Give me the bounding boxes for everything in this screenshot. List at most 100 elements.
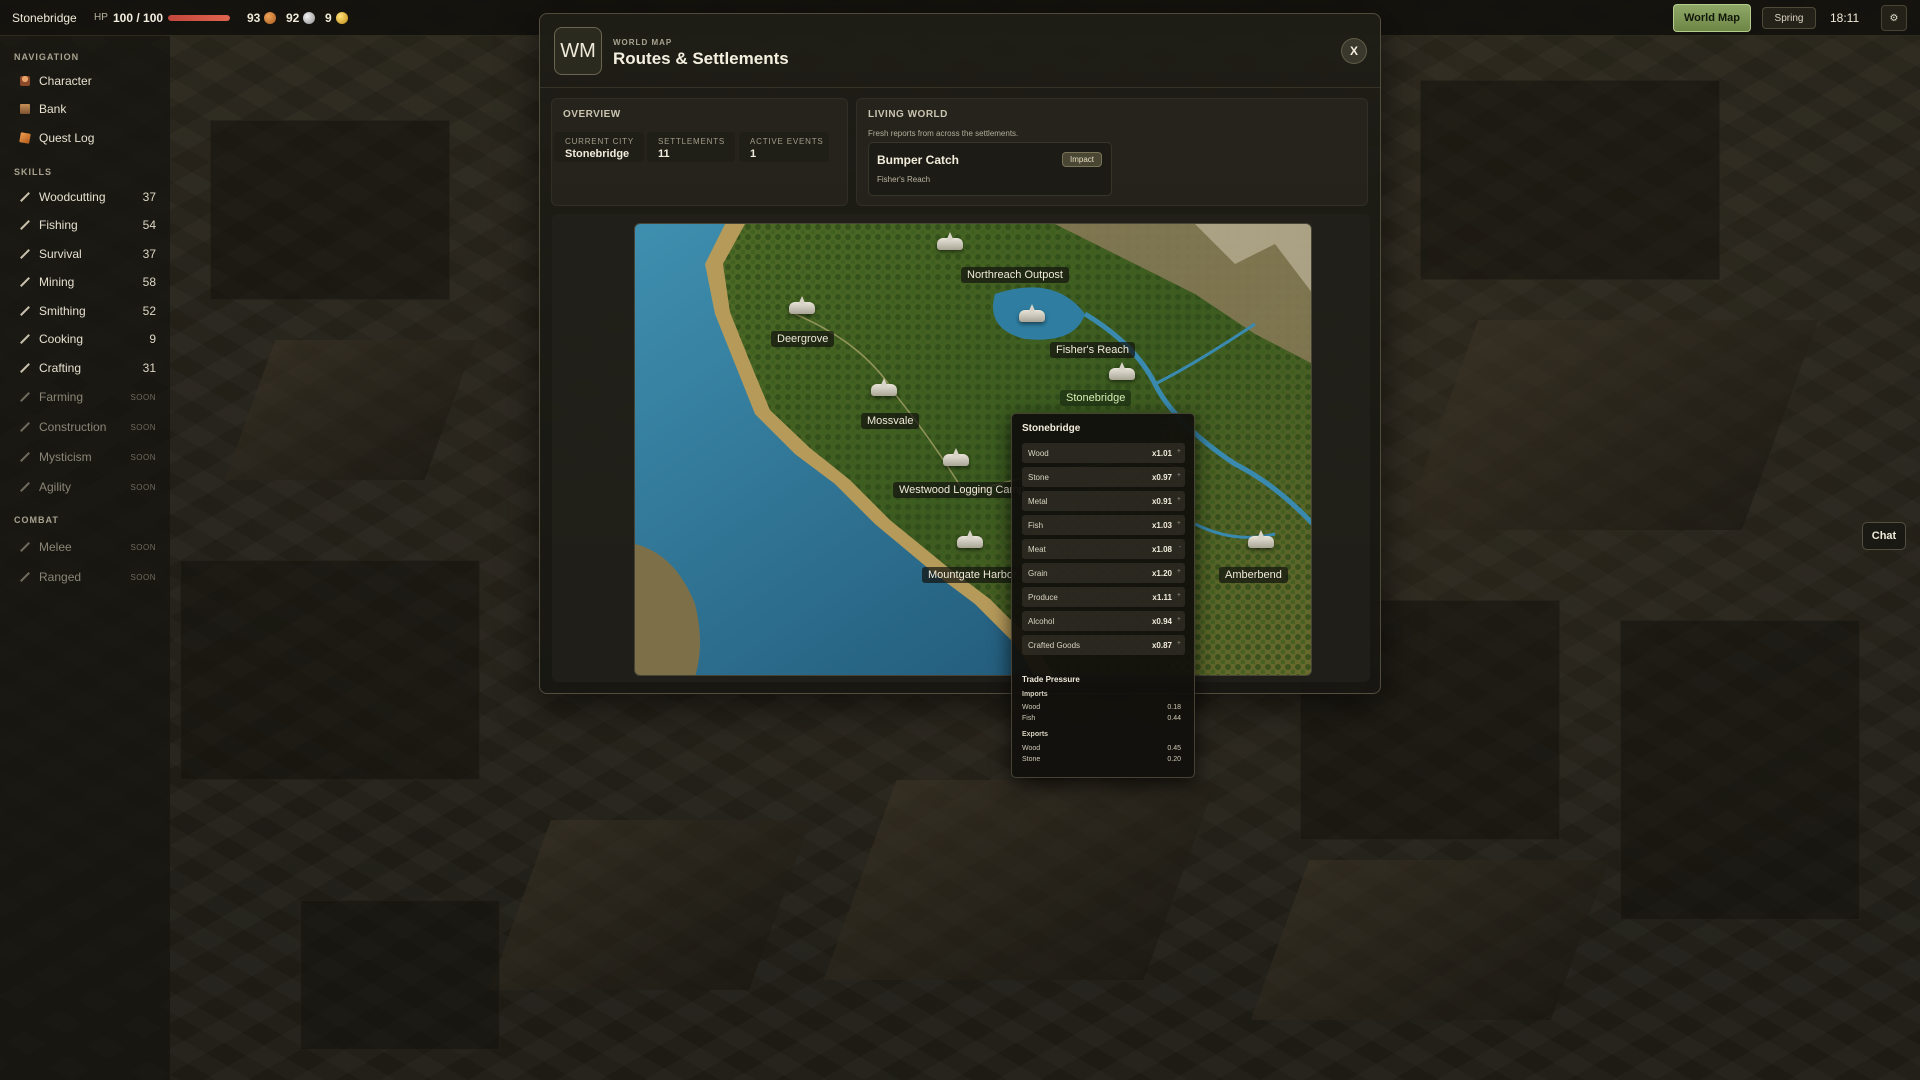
- chat-button[interactable]: Chat: [1862, 522, 1906, 550]
- sidebar-item-smithing[interactable]: Smithing 52: [20, 300, 158, 322]
- sidebar-item-label: Crafting: [39, 361, 82, 375]
- trend-indicator: +: [1176, 592, 1181, 599]
- sidebar-item-cooking[interactable]: Cooking 9: [20, 328, 158, 350]
- pickaxe-icon: [20, 277, 30, 287]
- silver-coin-value: 92: [286, 11, 300, 25]
- good-name: Wood: [1028, 449, 1049, 458]
- market-row-produce: Produce x1.11 +: [1022, 587, 1185, 607]
- silver-coin-icon: [303, 12, 316, 24]
- construction-icon: [20, 422, 30, 432]
- settlement-marker[interactable]: [1019, 304, 1045, 322]
- settlement-marker[interactable]: [871, 378, 897, 396]
- sidebar-item-label: Construction: [39, 420, 107, 434]
- price-multiplier: x0.87: [1151, 641, 1172, 650]
- sidebar-item-label: Mysticism: [39, 450, 92, 464]
- sidebar-item-label: Cooking: [39, 332, 84, 346]
- stat-label: CURRENT CITY: [565, 137, 635, 146]
- map-label-fishers-reach[interactable]: Fisher's Reach: [1050, 342, 1136, 358]
- settlement-marker[interactable]: [943, 448, 969, 466]
- sidebar-item-ranged: Ranged SOON: [20, 566, 158, 588]
- trend-indicator: +: [1176, 472, 1181, 479]
- trend-indicator: +: [1176, 616, 1181, 623]
- knife-icon: [20, 249, 30, 259]
- living-world-title: LIVING WORLD: [868, 109, 948, 120]
- settlement-marker[interactable]: [789, 296, 815, 314]
- modal-kicker: WORLD MAP: [613, 38, 673, 47]
- world-map-button[interactable]: World Map: [1673, 4, 1751, 32]
- map-label-northreach-outpost[interactable]: Northreach Outpost: [961, 267, 1069, 283]
- import-good: Fish: [1022, 715, 1036, 722]
- event-card[interactable]: Bumper Catch Fisher's Reach Impact: [868, 142, 1112, 196]
- sidebar: NAVIGATION Character Bank Quest Log SKIL…: [0, 36, 170, 1080]
- market-row-grain: Grain x1.20 +: [1022, 563, 1185, 583]
- stat-value: 1: [750, 148, 757, 160]
- sidebar-section-skills: SKILLS: [14, 167, 53, 177]
- coming-soon-badge: SOON: [130, 392, 156, 402]
- living-world-subtitle: Fresh reports from across the settlement…: [868, 129, 1019, 138]
- sidebar-item-label: Character: [39, 74, 92, 88]
- bank-icon: [20, 104, 30, 114]
- sidebar-item-agility: Agility SOON: [20, 476, 158, 498]
- settings-button[interactable]: ⚙: [1881, 5, 1907, 31]
- hp-bar-fill: [168, 15, 230, 21]
- sidebar-item-label: Agility: [39, 480, 72, 494]
- gold-coin-value: 9: [325, 11, 332, 25]
- sidebar-item-bank[interactable]: Bank: [20, 98, 158, 120]
- game-clock: 18:11: [1830, 11, 1860, 25]
- sidebar-item-character[interactable]: Character: [20, 70, 158, 92]
- skill-level: 54: [142, 218, 156, 232]
- good-name: Crafted Goods: [1028, 641, 1081, 650]
- hp-label: HP: [94, 12, 108, 23]
- sidebar-item-label: Quest Log: [39, 131, 95, 145]
- map-label-mountgate-harbor[interactable]: Mountgate Harbor: [922, 567, 1023, 583]
- event-title: Bumper Catch: [877, 153, 960, 167]
- sidebar-section-navigation: NAVIGATION: [14, 52, 80, 62]
- settlement-marker[interactable]: [937, 232, 963, 250]
- mysticism-icon: [20, 452, 30, 462]
- good-name: Produce: [1028, 593, 1058, 602]
- sidebar-item-survival[interactable]: Survival 37: [20, 243, 158, 265]
- close-icon: X: [1349, 44, 1358, 58]
- modal-header: WM WORLD MAP Routes & Settlements X: [540, 14, 1380, 88]
- stat-settlements: SETTLEMENTS 11: [647, 132, 735, 162]
- import-good: Wood: [1022, 704, 1041, 711]
- settlement-tooltip: Stonebridge Wood x1.01 + Stone x0.97 + M…: [1011, 413, 1195, 778]
- map-label-amberbend[interactable]: Amberbend: [1219, 567, 1288, 583]
- coming-soon-badge: SOON: [130, 452, 156, 462]
- axe-icon: [20, 192, 30, 202]
- world-map[interactable]: Northreach Outpost Deergrove Fisher's Re…: [634, 223, 1312, 676]
- map-label-mossvale[interactable]: Mossvale: [861, 413, 920, 429]
- market-row-meat: Meat x1.08 -: [1022, 539, 1185, 559]
- sidebar-item-crafting[interactable]: Crafting 31: [20, 357, 158, 379]
- settlement-marker[interactable]: [1248, 530, 1274, 548]
- sidebar-item-melee: Melee SOON: [20, 536, 158, 558]
- good-name: Metal: [1028, 497, 1048, 506]
- imports-title: Imports: [1022, 691, 1048, 698]
- event-location: Fisher's Reach: [877, 175, 931, 184]
- current-city-label: Stonebridge: [12, 11, 77, 25]
- skill-level: 31: [142, 361, 156, 375]
- agility-icon: [20, 482, 30, 492]
- map-label-stonebridge[interactable]: Stonebridge: [1060, 390, 1132, 406]
- settlement-marker[interactable]: [1109, 362, 1135, 380]
- stat-label: ACTIVE EVENTS: [750, 137, 824, 146]
- export-good: Wood: [1022, 745, 1041, 752]
- fishing-rod-icon: [20, 220, 30, 230]
- sidebar-item-label: Mining: [39, 275, 75, 289]
- trade-pressure-title: Trade Pressure: [1022, 675, 1080, 684]
- skill-level: 58: [142, 275, 156, 289]
- close-button[interactable]: X: [1341, 38, 1367, 64]
- map-label-deergrove[interactable]: Deergrove: [771, 331, 835, 347]
- good-name: Grain: [1028, 569, 1048, 578]
- sidebar-item-quest-log[interactable]: Quest Log: [19, 127, 158, 149]
- settlement-marker[interactable]: [957, 530, 983, 548]
- exports-title: Exports: [1022, 731, 1049, 738]
- sidebar-item-fishing[interactable]: Fishing 54: [20, 214, 158, 236]
- sidebar-item-woodcutting[interactable]: Woodcutting 37: [20, 186, 158, 208]
- map-terrain: [635, 224, 1311, 675]
- skill-level: 37: [142, 190, 156, 204]
- sidebar-item-mining[interactable]: Mining 58: [20, 271, 158, 293]
- sidebar-item-label: Farming: [39, 390, 84, 404]
- coming-soon-badge: SOON: [130, 572, 156, 582]
- sidebar-item-label: Melee: [39, 540, 72, 554]
